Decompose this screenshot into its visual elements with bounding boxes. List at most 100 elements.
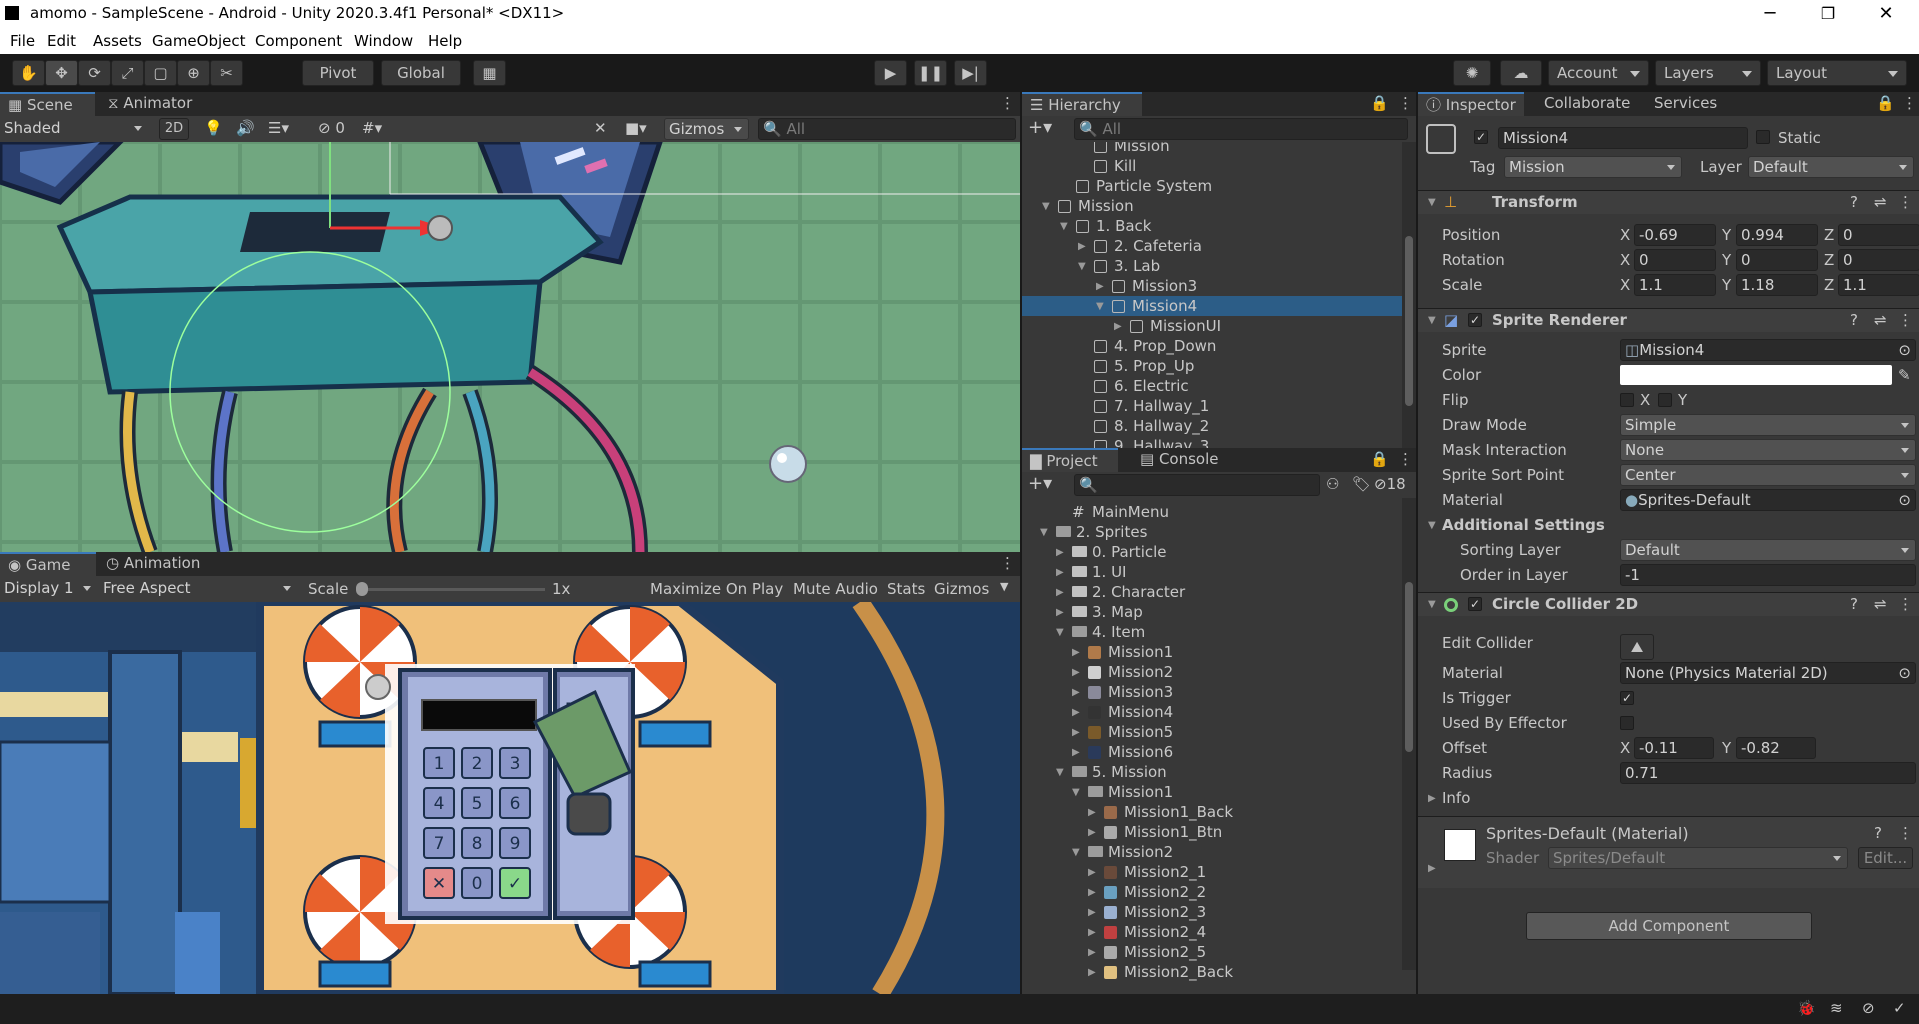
static-checkbox[interactable] [1756, 130, 1770, 144]
cloud-icon[interactable]: ☁ [1500, 60, 1542, 86]
material-help-icon[interactable]: ? [1874, 824, 1882, 842]
menu-assets[interactable]: Assets [93, 32, 142, 50]
hierarchy-item[interactable]: Kill [1022, 156, 1402, 176]
effects-icon[interactable]: ☰▾ [268, 119, 289, 137]
debug-icon[interactable]: 🐞 [1797, 999, 1816, 1017]
hierarchy-item[interactable]: Mission [1022, 142, 1402, 156]
layers-status-icon[interactable]: ≋ [1830, 999, 1843, 1017]
expand-open-icon[interactable]: ▼ [1040, 523, 1048, 543]
pivot-toggle[interactable]: Pivot [302, 60, 374, 86]
filter-type-icon[interactable]: ⚇ [1326, 475, 1339, 493]
inspector-menu-icon[interactable]: ⋮ [1894, 92, 1919, 116]
expand-closed-icon[interactable]: ▶ [1056, 563, 1064, 583]
transform-rotation-x-field[interactable]: 0 [1634, 249, 1716, 271]
expand-closed-icon[interactable]: ▶ [1114, 317, 1122, 337]
scene-search-input[interactable]: 🔍 All [758, 118, 1016, 140]
expand-closed-icon[interactable]: ▶ [1072, 743, 1080, 763]
project-item[interactable]: ▶ Mission2 [1022, 662, 1402, 682]
scene-view[interactable] [0, 142, 1020, 552]
hierarchy-search-input[interactable]: 🔍 All [1074, 118, 1408, 140]
hierarchy-item[interactable]: 6. Electric [1022, 376, 1402, 396]
hierarchy-item[interactable]: ▼ 3. Lab [1022, 256, 1402, 276]
project-item[interactable]: ▶ Mission4 [1022, 702, 1402, 722]
transform-scale-x-field[interactable]: 1.1 [1634, 274, 1716, 296]
used-by-effector-checkbox[interactable] [1620, 716, 1634, 730]
expand-closed-icon[interactable]: ▶ [1088, 863, 1096, 883]
sprite-renderer-preset-icon[interactable]: ⇌ [1874, 311, 1887, 329]
expand-closed-icon[interactable]: ▶ [1056, 543, 1064, 563]
info-foldout[interactable]: Info [1442, 789, 1470, 807]
transform-preset-icon[interactable]: ⇌ [1874, 193, 1887, 211]
sorting-layer-dropdown[interactable]: Default [1620, 539, 1916, 561]
hierarchy-item[interactable]: ▶ MissionUI [1022, 316, 1402, 336]
shader-dropdown[interactable]: Sprites/Default [1548, 847, 1848, 869]
edit-shader-button[interactable]: Edit... [1858, 847, 1913, 869]
material-field[interactable]: ●Sprites-Default ⊙ [1620, 489, 1916, 511]
sprite-renderer-header[interactable]: ▼ ◪ ✓ Sprite Renderer ? ⇌ ⋮ [1418, 308, 1919, 332]
sprite-renderer-help-icon[interactable]: ? [1850, 311, 1858, 329]
transform-scale-z-field[interactable]: 1.1 [1838, 274, 1919, 296]
order-in-layer-field[interactable]: -1 [1620, 564, 1916, 586]
flip-y-checkbox[interactable] [1658, 393, 1672, 407]
material-picker-icon[interactable]: ⊙ [1898, 490, 1911, 510]
tab-animation[interactable]: ◷ Animation [98, 552, 208, 576]
project-item[interactable]: ▶ Mission1 [1022, 642, 1402, 662]
physics-material-field[interactable]: None (Physics Material 2D) ⊙ [1620, 662, 1916, 684]
expand-closed-icon[interactable]: ▶ [1088, 943, 1096, 963]
custom-tool-icon[interactable]: ✂ [210, 60, 243, 86]
tab-game[interactable]: ◉ Game [0, 552, 96, 576]
play-button[interactable]: ▶ [874, 60, 907, 86]
project-add-button[interactable]: +▾ [1028, 473, 1052, 494]
stats-toggle[interactable]: Stats [887, 580, 925, 598]
project-item[interactable]: ▶ Mission1_Btn [1022, 822, 1402, 842]
sprite-picker-icon[interactable]: ⊙ [1898, 340, 1911, 360]
mute-audio-toggle[interactable]: Mute Audio [793, 580, 878, 598]
circle-collider-help-icon[interactable]: ? [1850, 595, 1858, 613]
grid-snap-icon[interactable]: ▦ [473, 60, 506, 86]
transform-position-y-field[interactable]: 0.994 [1736, 224, 1818, 246]
tools-icon[interactable]: ✕ [594, 119, 607, 137]
radius-field[interactable]: 0.71 [1620, 762, 1916, 784]
hierarchy-item[interactable]: ▶ 2. Cafeteria [1022, 236, 1402, 256]
expand-closed-icon[interactable]: ▶ [1072, 643, 1080, 663]
project-item[interactable]: ▼ 4. Item [1022, 622, 1402, 642]
tab-services[interactable]: Services [1646, 92, 1725, 116]
expand-closed-icon[interactable]: ▶ [1088, 923, 1096, 943]
scale-tool-icon[interactable]: ⤢ [111, 60, 144, 86]
services-icon[interactable]: ✺ [1453, 60, 1491, 86]
scene-menu-icon[interactable]: ⋮ [992, 92, 1023, 116]
maximize-on-play-toggle[interactable]: Maximize On Play [650, 580, 783, 598]
game-menu-icon[interactable]: ⋮ [992, 552, 1023, 576]
expand-closed-icon[interactable]: ▶ [1088, 883, 1096, 903]
layers-dropdown[interactable]: Layers [1655, 60, 1761, 86]
expand-open-icon[interactable]: ▼ [1072, 783, 1080, 803]
menu-window[interactable]: Window [354, 32, 413, 50]
color-swatch[interactable] [1620, 365, 1892, 385]
hierarchy-item[interactable]: 5. Prop_Up [1022, 356, 1402, 376]
project-item[interactable]: ▶ Mission2_Back [1022, 962, 1402, 982]
camera-icon[interactable]: ■▾ [625, 119, 647, 137]
layer-dropdown[interactable]: Default [1748, 156, 1914, 178]
transform-position-z-field[interactable]: 0 [1838, 224, 1919, 246]
tab-collaborate[interactable]: Collaborate [1536, 92, 1638, 116]
transform-position-x-field[interactable]: -0.69 [1634, 224, 1716, 246]
project-item[interactable]: ▶ Mission5 [1022, 722, 1402, 742]
hidden-objects-icon[interactable]: ⊘ 0 [318, 119, 345, 137]
filter-label-icon[interactable]: 🏷 [1352, 475, 1371, 493]
audio-icon[interactable]: 🔊 [236, 119, 255, 137]
project-item[interactable]: # MainMenu [1022, 502, 1402, 522]
tab-console[interactable]: ▤ Console [1132, 448, 1227, 472]
mode-2d-toggle[interactable]: 2D [159, 118, 189, 140]
hierarchy-menu-icon[interactable]: ⋮ [1390, 92, 1421, 116]
expand-closed-icon[interactable]: ▶ [1088, 803, 1096, 823]
hierarchy-item[interactable]: 4. Prop_Down [1022, 336, 1402, 356]
mask-interaction-dropdown[interactable]: None [1620, 439, 1916, 461]
sprite-renderer-enabled-checkbox[interactable]: ✓ [1468, 313, 1482, 327]
tab-scene[interactable]: ▦ Scene [0, 92, 95, 116]
hidden-packages-icon[interactable]: ⊘18 [1374, 475, 1406, 493]
project-item[interactable]: ▶ 3. Map [1022, 602, 1402, 622]
grid-toggle-icon[interactable]: #▾ [362, 119, 382, 137]
move-tool-icon[interactable]: ✥ [45, 60, 78, 86]
scale-slider[interactable] [360, 588, 545, 591]
hierarchy-item[interactable]: ▼ Mission [1022, 196, 1402, 216]
